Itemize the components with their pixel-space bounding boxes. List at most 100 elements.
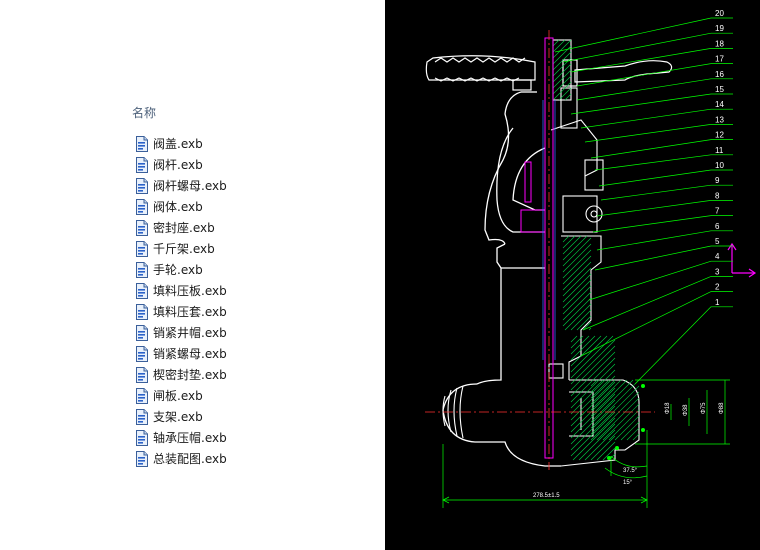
part-number-label: 10 bbox=[715, 161, 724, 170]
hatch-line bbox=[570, 335, 614, 379]
part-number-label: 20 bbox=[715, 9, 724, 18]
hatch-line bbox=[584, 429, 616, 461]
hatch-line bbox=[562, 255, 592, 285]
file-list-item[interactable]: 楔密封垫.exb bbox=[134, 364, 227, 385]
file-list-item[interactable]: 填料压套.exb bbox=[134, 301, 227, 322]
file-name: 销紧井帽.exb bbox=[153, 326, 227, 340]
hatch-line bbox=[632, 433, 640, 441]
leader-line bbox=[570, 48, 712, 73]
hatch-line bbox=[570, 351, 616, 397]
leader-line bbox=[592, 215, 712, 233]
dim-overall-length: 278.5±1.5 bbox=[533, 493, 560, 499]
file-name: 轴承压帽.exb bbox=[153, 431, 227, 445]
document-icon bbox=[134, 408, 150, 425]
hatch-line bbox=[562, 291, 592, 321]
hatch-line bbox=[608, 409, 640, 441]
file-list-item[interactable]: 密封座.exb bbox=[134, 217, 227, 238]
cad-preview-pane: 20 19 18 17 16 15 14 13 12 11 10 9 8 7 6 5 4 3 2 1 278.5±1.… bbox=[385, 0, 760, 550]
file-name: 填料压套.exb bbox=[153, 305, 227, 319]
hatch-line bbox=[572, 417, 616, 461]
file-list-item[interactable]: 阀盖.exb bbox=[134, 133, 227, 154]
name-column-header[interactable]: 名称 bbox=[132, 104, 156, 121]
file-list-item[interactable]: 闸板.exb bbox=[134, 385, 227, 406]
document-icon bbox=[134, 303, 150, 320]
leader-line bbox=[580, 108, 712, 129]
dim-phi-75: Φ75 bbox=[701, 402, 707, 414]
hatch-line bbox=[564, 93, 572, 101]
document-icon bbox=[134, 345, 150, 362]
file-name: 支架.exb bbox=[153, 410, 203, 424]
leader-line bbox=[584, 124, 712, 143]
part-number-label: 8 bbox=[715, 191, 720, 200]
document-icon bbox=[134, 177, 150, 194]
document-icon bbox=[134, 282, 150, 299]
hatch-line bbox=[570, 335, 596, 361]
part-number-label: 13 bbox=[715, 115, 724, 124]
hatch-line bbox=[562, 235, 588, 261]
hatch-line bbox=[562, 279, 592, 309]
file-list-item[interactable]: 销紧螺母.exb bbox=[134, 343, 227, 364]
hatch-line bbox=[588, 327, 592, 331]
document-icon bbox=[134, 261, 150, 278]
file-list-item[interactable]: 销紧井帽.exb bbox=[134, 322, 227, 343]
hatch-line bbox=[562, 235, 576, 249]
leader-line bbox=[570, 93, 712, 115]
document-icon bbox=[134, 135, 150, 152]
part-number-label: 7 bbox=[715, 207, 720, 216]
file-list-item[interactable]: 千斤架.exb bbox=[134, 238, 227, 259]
leader-line bbox=[562, 32, 712, 63]
handwheel bbox=[425, 55, 536, 91]
file-list-item[interactable]: 总装配图.exb bbox=[134, 448, 227, 469]
leader-line bbox=[582, 276, 712, 331]
file-list-item[interactable]: 阀杆.exb bbox=[134, 154, 227, 175]
file-list-item[interactable]: 阀杆螺母.exb bbox=[134, 175, 227, 196]
dim-phi-38: Φ38 bbox=[683, 404, 689, 416]
file-explorer-pane: 名称 阀盖.exb 阀杆.exb 阀杆螺母.exb 阀体.exb 密封座.exb 千斤架.… bbox=[0, 0, 385, 550]
hatch-line bbox=[562, 267, 592, 297]
document-icon bbox=[134, 219, 150, 236]
hatch-line bbox=[562, 261, 592, 291]
file-name: 阀杆螺母.exb bbox=[153, 179, 227, 193]
hatch-line bbox=[562, 297, 592, 327]
document-icon bbox=[134, 450, 150, 467]
leader-line bbox=[600, 184, 712, 201]
dimension-text: 278.5±1.5 Φ88 Φ75 Φ38 Φ18 37.5° 15° bbox=[533, 402, 725, 499]
part-number-label: 12 bbox=[715, 131, 724, 140]
hatch-line bbox=[596, 397, 640, 441]
dim-phi-88: Φ88 bbox=[719, 402, 725, 414]
file-name: 填料压板.exb bbox=[153, 284, 227, 298]
leader-line bbox=[634, 306, 712, 385]
hatch-line bbox=[570, 345, 616, 391]
part-number-label: 2 bbox=[715, 283, 720, 292]
file-list-item[interactable]: 支架.exb bbox=[134, 406, 227, 427]
leader-line bbox=[576, 63, 712, 87]
dim-angle-37: 37.5° bbox=[623, 468, 638, 474]
valve-stem bbox=[425, 30, 655, 470]
document-icon bbox=[134, 429, 150, 446]
file-name: 闸板.exb bbox=[153, 389, 203, 403]
hatch-line bbox=[590, 379, 634, 423]
hatch-line bbox=[562, 285, 592, 315]
file-name: 销紧螺母.exb bbox=[153, 347, 227, 361]
file-list-item[interactable]: 阀体.exb bbox=[134, 196, 227, 217]
dimension-lines bbox=[442, 379, 730, 508]
part-number-label: 16 bbox=[715, 70, 724, 79]
file-list-item[interactable]: 轴承压帽.exb bbox=[134, 427, 227, 448]
file-name: 阀体.exb bbox=[153, 200, 203, 214]
part-number-label: 19 bbox=[715, 24, 724, 33]
file-name: 千斤架.exb bbox=[153, 242, 215, 256]
leader-line bbox=[596, 200, 712, 217]
file-name: 手轮.exb bbox=[153, 263, 203, 277]
file-list-item[interactable]: 填料压板.exb bbox=[134, 280, 227, 301]
part-number-label: 3 bbox=[715, 267, 720, 276]
document-icon bbox=[134, 366, 150, 383]
leader-line bbox=[588, 260, 712, 301]
file-list-item[interactable]: 手轮.exb bbox=[134, 259, 227, 280]
section-right bbox=[548, 39, 640, 467]
hatch-line bbox=[578, 423, 616, 461]
hatch-line bbox=[562, 249, 592, 279]
dim-phi-18: Φ18 bbox=[665, 402, 671, 414]
part-number-label: 4 bbox=[715, 252, 720, 261]
file-name: 密封座.exb bbox=[153, 221, 215, 235]
part-number-label: 6 bbox=[715, 222, 720, 231]
